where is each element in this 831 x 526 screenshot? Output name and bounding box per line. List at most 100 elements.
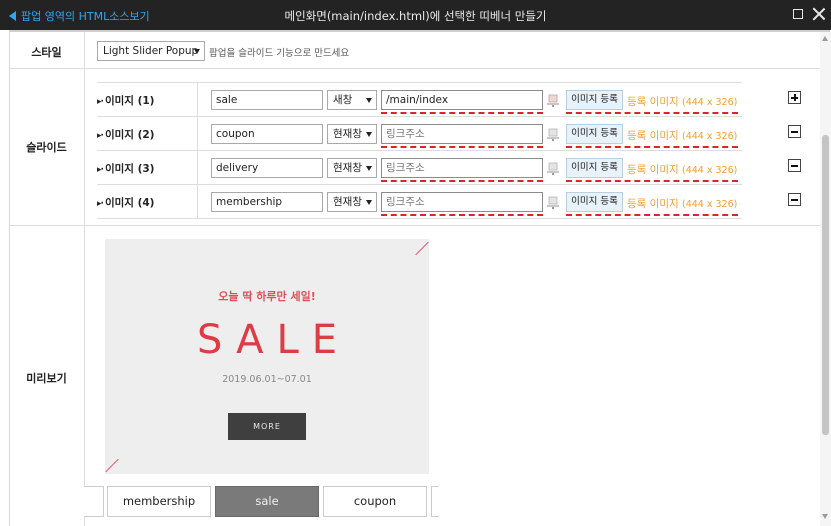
slide-2-reg-text: 등록 이미지 xyxy=(627,130,679,142)
title-bar: 팝업 영역의 HTML소스보기 메인화면(main/index.html)에 선… xyxy=(0,0,831,30)
preview-banner: 오늘 딱 하루만 세일! SALE 2019.06.01~07.01 MORE xyxy=(105,239,429,474)
style-hint: 팝업을 슬라이드 기능으로 만드세요 xyxy=(209,48,350,59)
slide-3-label: 이미지 (3) xyxy=(104,163,155,175)
plus-icon-vertical xyxy=(794,94,796,101)
slide-4-reg-size: (444 x 326) xyxy=(681,199,738,210)
scrollbar-thumb[interactable] xyxy=(822,135,829,435)
scroll-down-arrow-icon[interactable] xyxy=(822,514,828,519)
preview-thumb-sale[interactable]: sale xyxy=(215,486,319,517)
slide-4-link-underline xyxy=(381,214,543,216)
slide-2-registered-image: 등록 이미지 (444 x 326) xyxy=(627,128,737,143)
slide-1-name-input[interactable]: sale xyxy=(211,90,323,110)
slide-2-remove-button[interactable] xyxy=(788,125,801,138)
move-handle-icon: ▸· xyxy=(97,165,104,175)
slide-row-label: 슬라이드 xyxy=(26,141,67,154)
row-divider-slide xyxy=(9,225,821,226)
row-divider-style xyxy=(9,68,821,69)
banner-headline: 오늘 딱 하루만 세일! xyxy=(218,290,316,303)
slide-3-image-register-button[interactable]: 이미지 등록 xyxy=(566,158,623,178)
slide-4-image-icon[interactable] xyxy=(546,194,560,210)
slide-1-image-icon[interactable] xyxy=(546,92,560,108)
slide-2-image-register-button[interactable]: 이미지 등록 xyxy=(566,124,623,144)
slide-4-image-underline xyxy=(566,214,738,216)
label-column-divider xyxy=(84,32,85,526)
slide-2-name-input[interactable]: coupon xyxy=(211,124,323,144)
minus-icon xyxy=(791,199,798,201)
slide-2-link-underline xyxy=(381,146,543,148)
chevron-down-icon xyxy=(366,98,372,103)
move-handle-icon: ▸· xyxy=(97,131,104,141)
move-handle-icon: ▸· xyxy=(97,199,104,209)
back-triangle-icon xyxy=(9,11,16,21)
slide-2-image-icon[interactable] xyxy=(546,126,560,142)
slide-row-divider-1 xyxy=(97,116,742,117)
style-select-value: Light Slider Popup xyxy=(103,45,199,57)
view-html-source-label: 팝업 영역의 HTML소스보기 xyxy=(21,10,150,23)
slide-3-reg-text: 등록 이미지 xyxy=(627,164,679,176)
slide-3-link-input[interactable]: 링크주소 xyxy=(381,158,543,178)
slide-1-link-underline xyxy=(381,112,543,114)
minus-icon xyxy=(791,131,798,133)
chevron-down-icon xyxy=(366,200,372,205)
banner-sale-text: SALE xyxy=(196,317,351,363)
slide-4-image-register-button[interactable]: 이미지 등록 xyxy=(566,192,623,212)
slide-2-target-select[interactable]: 현재창 xyxy=(327,124,377,144)
slide-2-target-value: 현재창 xyxy=(333,128,362,140)
slide-4-label: 이미지 (4) xyxy=(104,197,155,209)
slide-1-link-input[interactable]: /main/index xyxy=(381,90,543,110)
slide-1-registered-image: 등록 이미지 (444 x 326) xyxy=(627,94,737,109)
chevron-down-icon xyxy=(366,132,372,137)
style-select[interactable]: Light Slider Popup xyxy=(97,41,205,61)
slide-row-divider-2 xyxy=(97,150,742,151)
slide-4-registered-image: 등록 이미지 (444 x 326) xyxy=(627,196,737,211)
slide-3-image-icon[interactable] xyxy=(546,160,560,176)
preview-thumb-partial-right[interactable] xyxy=(431,486,439,517)
slide-4-target-select[interactable]: 현재창 xyxy=(327,192,377,212)
preview-thumb-coupon[interactable]: coupon xyxy=(323,486,427,517)
slide-4-drag-label[interactable]: ▸· 이미지 (4) xyxy=(97,195,154,210)
preview-thumb-partial-left[interactable] xyxy=(84,486,104,517)
slide-label-divider xyxy=(197,82,198,218)
slide-2-drag-label[interactable]: ▸· 이미지 (2) xyxy=(97,127,154,142)
corner-line-bottom-left xyxy=(105,458,119,473)
slide-1-add-button[interactable] xyxy=(788,91,801,104)
chevron-down-icon xyxy=(366,166,372,171)
slide-1-target-value: 새창 xyxy=(333,94,353,106)
slide-2-link-input[interactable]: 링크주소 xyxy=(381,124,543,144)
slide-row-divider-3 xyxy=(97,184,742,185)
maximize-icon xyxy=(793,9,803,19)
slide-1-reg-text: 등록 이미지 xyxy=(627,96,679,108)
slide-4-target-value: 현재창 xyxy=(333,196,362,208)
slide-1-reg-size: (444 x 326) xyxy=(681,97,738,108)
slide-1-image-underline xyxy=(566,112,738,114)
corner-line-top-right xyxy=(415,241,429,256)
minus-icon xyxy=(791,165,798,167)
maximize-button[interactable] xyxy=(791,7,805,21)
slide-1-label: 이미지 (1) xyxy=(104,95,155,107)
slide-4-remove-button[interactable] xyxy=(788,193,801,206)
slide-1-target-select[interactable]: 새창 xyxy=(327,90,377,110)
scroll-up-arrow-icon[interactable] xyxy=(822,36,828,41)
slide-3-name-input[interactable]: delivery xyxy=(211,158,323,178)
slide-4-link-input[interactable]: 링크주소 xyxy=(381,192,543,212)
slide-4-name-input[interactable]: membership xyxy=(211,192,323,212)
slide-3-image-underline xyxy=(566,180,738,182)
banner-more-button[interactable]: MORE xyxy=(228,413,306,440)
close-button[interactable] xyxy=(812,7,826,21)
slide-3-remove-button[interactable] xyxy=(788,159,801,172)
slide-table-top xyxy=(97,82,742,83)
move-handle-icon: ▸· xyxy=(97,97,104,107)
slide-2-reg-size: (444 x 326) xyxy=(681,131,738,142)
slide-1-image-register-button[interactable]: 이미지 등록 xyxy=(566,90,623,110)
view-html-source-link[interactable]: 팝업 영역의 HTML소스보기 xyxy=(9,8,150,24)
slide-1-drag-label[interactable]: ▸· 이미지 (1) xyxy=(97,93,154,108)
slide-3-drag-label[interactable]: ▸· 이미지 (3) xyxy=(97,161,154,176)
banner-dates: 2019.06.01~07.01 xyxy=(222,374,312,385)
slide-2-label: 이미지 (2) xyxy=(104,129,155,141)
slide-2-image-underline xyxy=(566,146,738,148)
slide-3-target-select[interactable]: 현재창 xyxy=(327,158,377,178)
style-row-label: 스타일 xyxy=(31,46,62,59)
chevron-down-icon xyxy=(194,49,200,54)
preview-thumb-membership[interactable]: membership xyxy=(107,486,211,517)
slide-3-registered-image: 등록 이미지 (444 x 326) xyxy=(627,162,737,177)
